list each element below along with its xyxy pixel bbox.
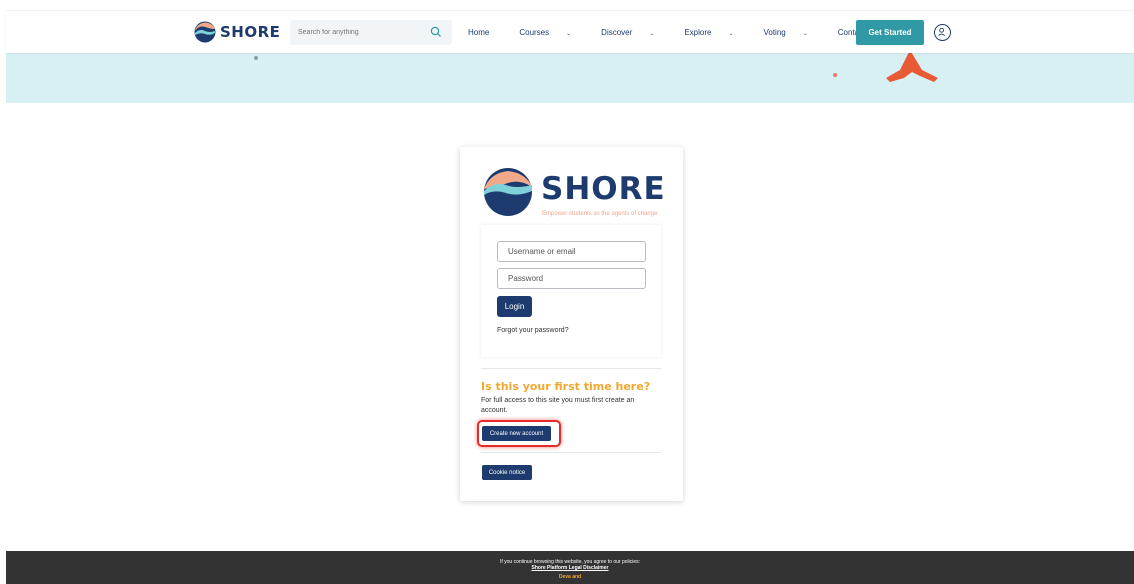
create-account-highlight — [477, 420, 561, 447]
chevron-down-icon: ⌄ — [566, 31, 572, 37]
user-icon[interactable] — [934, 24, 951, 41]
nav-courses[interactable]: Courses ⌄ — [519, 28, 586, 37]
get-started-button[interactable]: Get Started — [856, 20, 924, 45]
nav-voting[interactable]: Voting ⌄ — [763, 28, 822, 37]
footer: If you continue browsing this website, y… — [6, 551, 1134, 584]
login-button[interactable]: Login — [497, 296, 532, 317]
cookie-notice-button[interactable]: Cookie notice — [482, 465, 532, 480]
nav-home[interactable]: Home — [468, 28, 504, 37]
forgot-password-link[interactable]: Forgot your password? — [497, 327, 569, 334]
card-tagline: Empower students as the agents of change — [542, 211, 658, 217]
card-logo: SHORE Empower students as the agents of … — [482, 167, 666, 219]
shore-logo-icon — [484, 168, 532, 216]
main-nav: Home Courses ⌄ Discover ⌄ Explore ⌄ Voting ⌄… — [468, 28, 895, 37]
site-logo[interactable]: SHORE — [194, 21, 280, 43]
first-time-heading: Is this your first time here? — [481, 380, 651, 393]
page: SHORE Home Courses⌄ Discover⌄ Explore⌄ V… — [0, 0, 1134, 584]
footer-brand: Deva and — [558, 574, 582, 580]
decorative-dot — [833, 73, 837, 77]
chevron-down-icon: ⌄ — [728, 31, 734, 37]
username-field[interactable]: Username or email — [497, 241, 646, 262]
top-navbar: SHORE Home Courses⌄ Discover⌄ Explore⌄ V… — [6, 10, 1134, 53]
search-input[interactable] — [298, 29, 418, 36]
divider — [481, 452, 661, 453]
shore-logo-icon — [194, 21, 216, 43]
nav-discover[interactable]: Discover ⌄ — [601, 28, 669, 37]
chevron-down-icon: ⌄ — [649, 31, 655, 37]
divider — [481, 368, 661, 369]
starfish-icon — [886, 53, 938, 82]
nav-explore[interactable]: Explore ⌄ — [684, 28, 748, 37]
first-time-text: For full access to this site you must fi… — [481, 397, 635, 414]
chevron-down-icon: ⌄ — [802, 31, 808, 37]
person-icon — [938, 27, 946, 36]
legal-disclaimer-link[interactable]: Shore Platform Legal Disclaimer — [532, 565, 609, 571]
decorative-dot — [254, 56, 258, 60]
login-form: Username or email Password Login Forgot … — [481, 225, 661, 357]
login-card: SHORE Empower students as the agents of … — [460, 147, 683, 501]
search-bar[interactable] — [290, 20, 452, 45]
hero-banner — [6, 53, 1134, 103]
password-field[interactable]: Password — [497, 268, 646, 289]
logo-wordmark: SHORE — [220, 23, 281, 41]
search-icon[interactable] — [430, 26, 442, 38]
card-logo-wordmark: SHORE — [541, 171, 666, 207]
